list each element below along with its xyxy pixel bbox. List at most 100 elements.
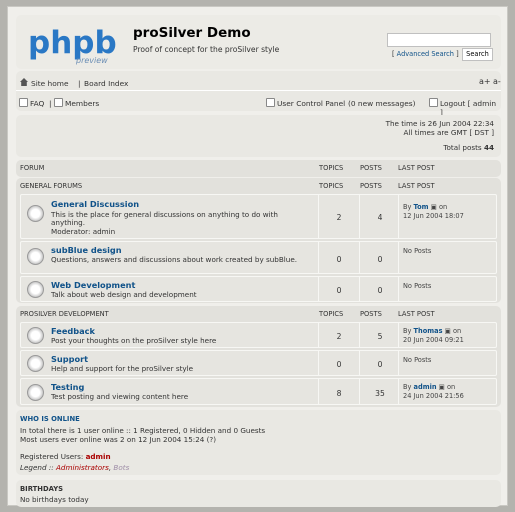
last-post: No Posts — [403, 247, 432, 255]
last-post: By Tom ▣ on 12 Jun 2004 18:07 — [403, 203, 464, 220]
category-title[interactable]: GENERAL FORUMS — [20, 182, 82, 190]
last-post-author[interactable]: Thomas — [414, 327, 443, 335]
col-posts: POSTS — [360, 310, 382, 318]
col-topics: TOPICS — [319, 164, 344, 172]
forum-description: Post your thoughts on the proSilver styl… — [51, 336, 217, 345]
topics-count: 2 — [336, 332, 342, 341]
category-title[interactable]: PROSILVER DEVELOPMENT — [20, 310, 109, 318]
ucp-icon — [266, 98, 275, 107]
forum-moderator: Moderator: admin — [51, 227, 116, 236]
col-topics: TOPICS — [319, 182, 344, 190]
forum-description: Questions, answers and discussions about… — [51, 255, 298, 264]
forum-title[interactable]: subBlue design — [51, 245, 122, 255]
forum-description: Talk about web design and development — [51, 290, 197, 299]
last-post-author[interactable]: Tom — [414, 203, 429, 211]
category-general-forums: GENERAL FORUMS TOPICS POSTS LAST POST Ge… — [16, 178, 501, 303]
posts-count: 0 — [377, 360, 383, 369]
registered-users: Registered Users: admin — [20, 452, 111, 461]
posts-count: 5 — [377, 332, 383, 341]
col-last-post: LAST POST — [398, 164, 435, 172]
font-decrease-button[interactable]: a- — [493, 77, 501, 86]
navbar: Site home | Board Index a+ a- FAQ | Memb… — [16, 71, 501, 117]
site-title: proSilver Demo — [133, 25, 251, 41]
online-record: Most users ever online was 2 on 12 Jun 2… — [20, 435, 217, 444]
forum-title[interactable]: Feedback — [51, 326, 95, 336]
members-icon — [54, 98, 63, 107]
forum-description: Help and support for the proSilver style — [51, 364, 194, 373]
forum-read-icon — [27, 384, 44, 401]
nav-separator: | — [78, 79, 81, 88]
legend-administrators[interactable]: Administrators — [56, 463, 109, 472]
forum-read-icon — [27, 248, 44, 265]
members-link[interactable]: Members — [65, 99, 99, 108]
forum-title[interactable]: General Discussion — [51, 199, 139, 209]
forum-title[interactable]: Support — [51, 354, 88, 364]
posts-count: 0 — [377, 255, 383, 264]
nav-row-top: Site home | Board Index a+ a- — [16, 71, 501, 91]
forum-description: This is the place for general discussion… — [51, 210, 278, 228]
forum-row: Support Help and support for the proSilv… — [20, 350, 497, 376]
birthdays-panel: BIRTHDAYS No birthdays today — [16, 480, 501, 507]
col-topics: TOPICS — [319, 310, 344, 318]
topics-count: 0 — [336, 360, 342, 369]
category-prosilver-development: PROSILVER DEVELOPMENT TOPICS POSTS LAST … — [16, 306, 501, 407]
topics-count: 2 — [336, 213, 342, 222]
last-post-author[interactable]: admin — [414, 383, 437, 391]
registered-user-link[interactable]: admin — [86, 452, 111, 461]
members-separator: | — [49, 99, 52, 108]
forum-read-icon — [27, 355, 44, 372]
topics-count: 8 — [336, 389, 342, 398]
home-icon — [20, 78, 28, 86]
forum-title[interactable]: Web Development — [51, 280, 135, 290]
site-description: Proof of concept for the proSilver style — [133, 45, 280, 54]
who-is-online-title[interactable]: WHO IS ONLINE — [20, 415, 80, 423]
ucp-link[interactable]: User Control Panel — [277, 99, 345, 108]
who-is-online-panel: WHO IS ONLINE In total there is 1 user o… — [16, 410, 501, 475]
birthdays-text: No birthdays today — [20, 495, 89, 504]
last-post: No Posts — [403, 282, 432, 290]
forum-row: General Discussion This is the place for… — [20, 194, 497, 239]
board-index-link[interactable]: Board Index — [84, 79, 128, 88]
forum-row: Feedback Post your thoughts on the proSi… — [20, 322, 497, 348]
font-increase-button[interactable]: a+ — [479, 77, 491, 86]
col-last-post: LAST POST — [398, 182, 435, 190]
advanced-search-link[interactable]: [ Advanced Search ] — [392, 50, 459, 58]
current-time: The time is 26 Jun 2004 22:34 — [385, 119, 494, 128]
forum-read-icon — [27, 281, 44, 298]
total-posts: Total posts 44 — [443, 143, 494, 152]
header-bar: phpbb preview proSilver Demo Proof of co… — [16, 15, 501, 69]
posts-count: 35 — [375, 389, 385, 398]
forum-description: Test posting and viewing content here — [51, 392, 189, 401]
new-messages-link[interactable]: (0 new messages) — [348, 99, 416, 108]
legend: Legend :: Administrators, Bots — [20, 463, 130, 472]
forum-row: subBlue design Questions, answers and di… — [20, 241, 497, 274]
time-info: The time is 26 Jun 2004 22:34 All times … — [16, 115, 501, 157]
search-button[interactable]: Search — [462, 48, 493, 61]
last-post: No Posts — [403, 356, 432, 364]
site-home-link[interactable]: Site home — [31, 79, 69, 88]
birthdays-title: BIRTHDAYS — [20, 485, 64, 493]
col-posts: POSTS — [360, 164, 382, 172]
page: phpbb preview proSilver Demo Proof of co… — [7, 6, 508, 507]
faq-icon — [19, 98, 28, 107]
posts-count: 4 — [377, 213, 383, 222]
forum-row: Testing Test posting and viewing content… — [20, 378, 497, 405]
forum-read-icon — [27, 205, 44, 222]
forum-read-icon — [27, 327, 44, 344]
logo-sub: preview — [75, 56, 108, 65]
col-posts: POSTS — [360, 182, 382, 190]
forum-title[interactable]: Testing — [51, 382, 84, 392]
forum-list-header: FORUM TOPICS POSTS LAST POST — [16, 160, 501, 177]
col-last-post: LAST POST — [398, 310, 435, 318]
logout-icon — [429, 98, 438, 107]
faq-link[interactable]: FAQ — [30, 99, 44, 108]
legend-bots[interactable]: Bots — [113, 463, 129, 472]
last-post: By admin ▣ on 24 Jun 2004 21:56 — [403, 383, 464, 400]
search-input[interactable] — [387, 33, 491, 47]
col-forum: FORUM — [20, 164, 45, 172]
topics-count: 0 — [336, 255, 342, 264]
online-total: In total there is 1 user online :: 1 Reg… — [20, 426, 266, 435]
topics-count: 0 — [336, 286, 342, 295]
posts-count: 0 — [377, 286, 383, 295]
phpbb-logo[interactable]: phpbb preview — [26, 20, 139, 66]
